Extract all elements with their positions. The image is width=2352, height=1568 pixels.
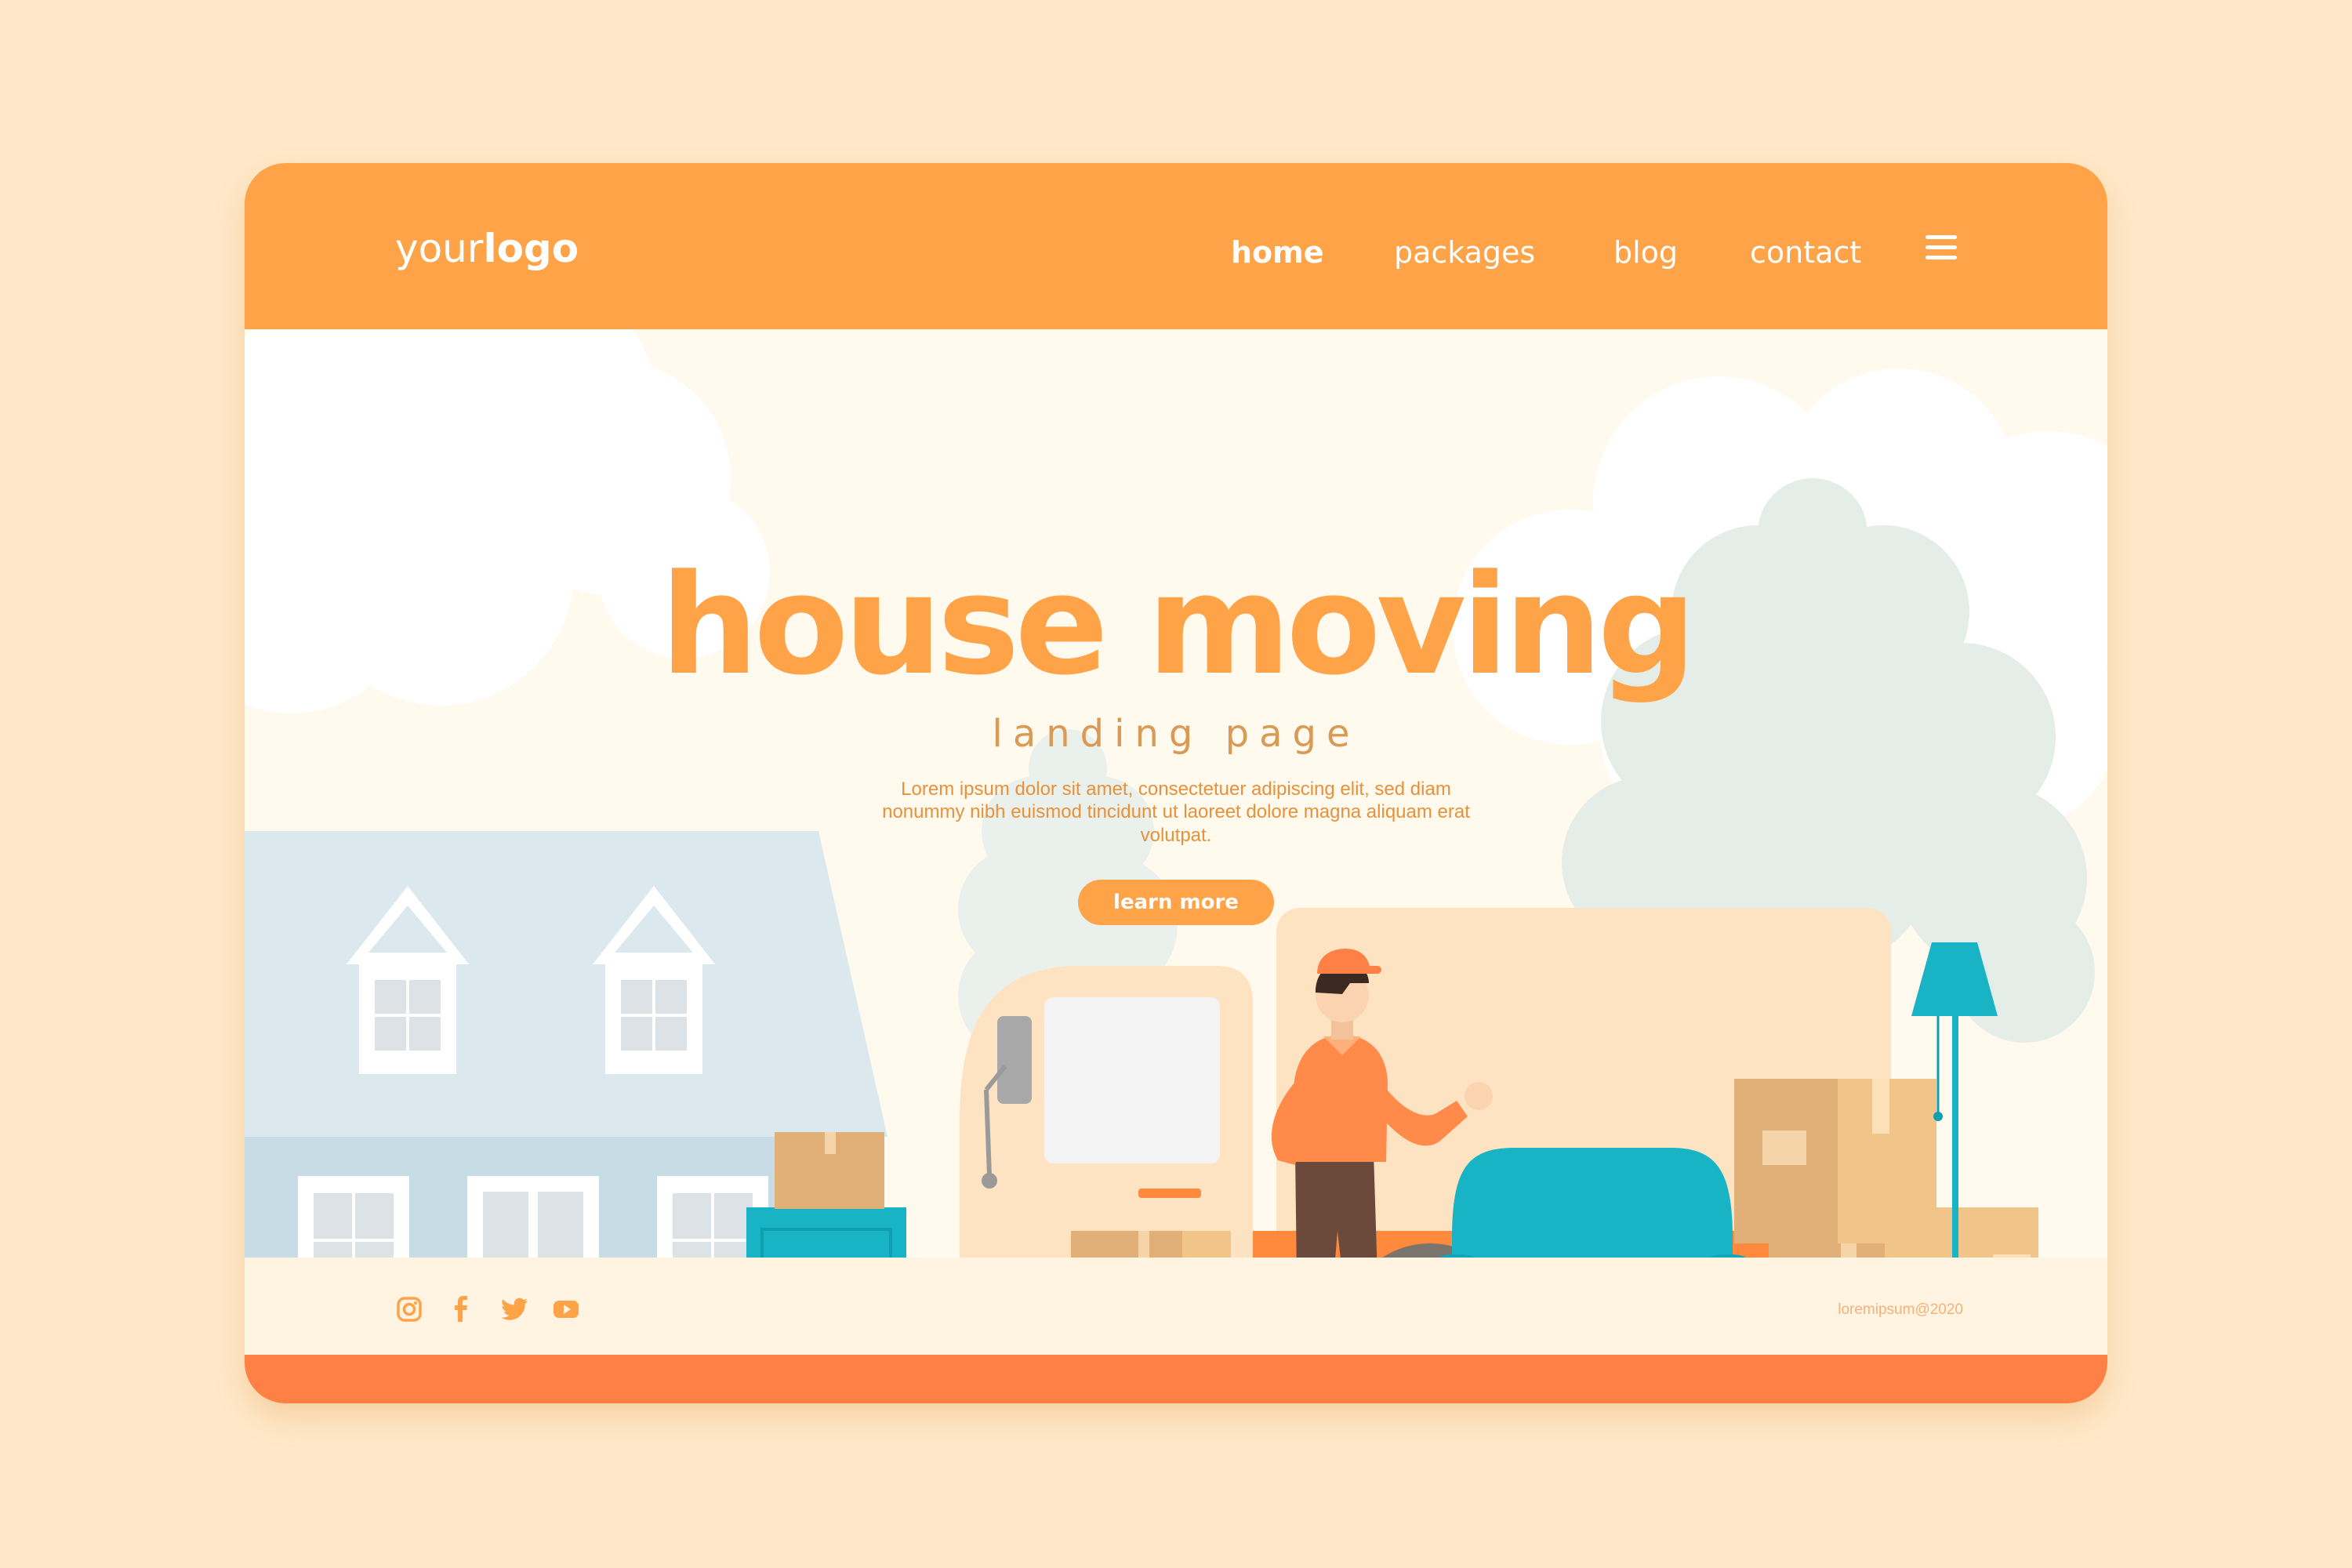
learn-more-button[interactable]: learn more <box>1078 880 1274 925</box>
nav-home[interactable]: home <box>1231 235 1324 270</box>
facebook-icon[interactable] <box>445 1294 477 1325</box>
nav-packages[interactable]: packages <box>1394 235 1535 270</box>
youtube-icon[interactable] <box>550 1294 582 1325</box>
logo-light-text: your <box>395 226 484 271</box>
logo-bold-text: logo <box>483 226 579 271</box>
hamburger-icon[interactable] <box>1926 235 1957 260</box>
site-logo[interactable]: yourlogo <box>395 226 579 271</box>
hero-title: house moving <box>660 545 1697 706</box>
dresser <box>746 1207 906 1262</box>
hero-description: Lorem ipsum dolor sit amet, consectetuer… <box>882 779 1470 846</box>
window-left <box>298 1176 409 1262</box>
twitter-icon[interactable] <box>499 1294 530 1325</box>
hero-subtitle: landing page <box>992 712 1360 756</box>
navbar: yourlogo home packages blog contact <box>245 163 2107 329</box>
footer-bar <box>245 1355 2107 1403</box>
nav-contact[interactable]: contact <box>1750 235 1861 270</box>
copyright-text: loremipsum@2020 <box>1838 1301 1963 1318</box>
instagram-icon[interactable] <box>394 1294 425 1325</box>
hero-section: house moving landing page Lorem ipsum do… <box>245 329 2107 1403</box>
landing-page-card: house moving landing page Lorem ipsum do… <box>245 163 2107 1403</box>
house-door <box>467 1176 599 1262</box>
nav-blog[interactable]: blog <box>1613 235 1678 270</box>
armchair <box>1431 1148 1754 1262</box>
